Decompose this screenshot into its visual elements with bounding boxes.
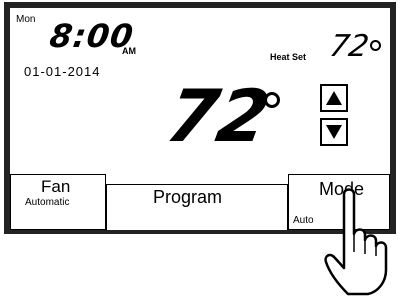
pointing-hand-icon [324,188,388,296]
program-label: Program [153,187,223,207]
fan-setting: Automatic [25,197,70,208]
day-label: Mon [16,14,36,25]
clock-date: 01-01-2014 [24,64,101,79]
fan-label: Fan [41,177,71,196]
current-temperature: 72 [160,74,276,158]
heat-set-label: Heat Set [270,52,307,62]
program-button[interactable]: Program [106,184,288,230]
degree-symbol-icon [264,92,280,108]
mode-setting: Auto [293,215,314,226]
up-arrow-icon [326,91,342,105]
temp-down-button[interactable] [320,118,348,146]
temp-up-button[interactable] [320,84,348,112]
clock-ampm: AM [122,46,136,56]
down-arrow-icon [326,125,342,139]
degree-symbol-icon [370,40,381,51]
fan-button[interactable]: Fan Automatic [10,174,106,230]
heat-set-temp: 72 [327,29,372,64]
